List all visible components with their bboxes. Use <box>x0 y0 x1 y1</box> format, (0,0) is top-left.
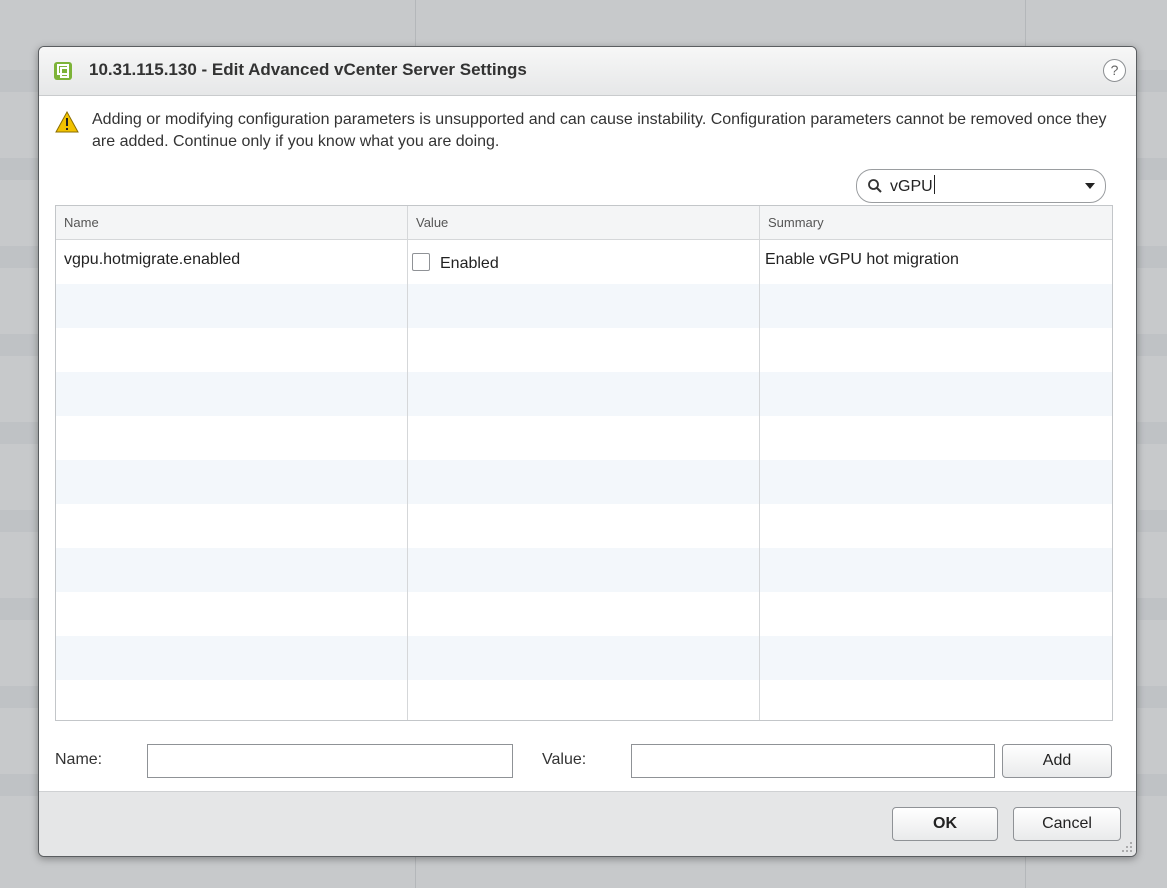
value-label: Value: <box>542 751 587 768</box>
value-cell: Enabled <box>412 253 499 273</box>
table-row-empty <box>56 328 1112 372</box>
column-divider <box>759 206 760 720</box>
table-row-empty <box>56 592 1112 636</box>
warning-icon <box>55 111 79 133</box>
value-field[interactable] <box>631 744 995 778</box>
column-divider <box>407 206 408 720</box>
table-row-empty <box>56 636 1112 680</box>
table-row-empty <box>56 504 1112 548</box>
warning-text: Adding or modifying configuration parame… <box>92 111 1107 150</box>
setting-name: vgpu.hotmigrate.enabled <box>64 251 241 268</box>
search-input[interactable]: vGPU <box>856 169 1106 203</box>
search-icon <box>868 179 882 193</box>
dialog-titlebar: 10.31.115.130 - Edit Advanced vCenter Se… <box>39 47 1136 96</box>
table-row-empty <box>56 416 1112 460</box>
dialog-title: 10.31.115.130 - Edit Advanced vCenter Se… <box>89 60 527 79</box>
cancel-button[interactable]: Cancel <box>1013 807 1121 841</box>
table-row-empty <box>56 372 1112 416</box>
enabled-checkbox[interactable] <box>412 253 430 271</box>
dialog-footer: OK Cancel <box>39 791 1136 856</box>
name-label: Name: <box>55 751 103 768</box>
table-row-empty <box>56 680 1112 720</box>
table-row[interactable]: vgpu.hotmigrate.enabled Enabled Enable v… <box>56 240 1112 284</box>
vcenter-icon <box>54 62 72 80</box>
table-header: Name Value Summary <box>56 206 1112 240</box>
enabled-label: Enabled <box>440 255 499 272</box>
table-row-empty <box>56 284 1112 328</box>
column-header-name[interactable]: Name <box>56 206 99 239</box>
column-header-summary[interactable]: Summary <box>760 206 824 239</box>
add-button[interactable]: Add <box>1002 744 1112 778</box>
resize-grip-icon[interactable] <box>1121 841 1133 853</box>
help-icon[interactable]: ? <box>1103 59 1126 82</box>
settings-table: Name Value Summary vgpu.hotmigrate.enabl… <box>55 205 1113 721</box>
setting-summary: Enable vGPU hot migration <box>765 251 959 268</box>
name-field[interactable] <box>147 744 513 778</box>
ok-button[interactable]: OK <box>892 807 998 841</box>
edit-advanced-settings-dialog: 10.31.115.130 - Edit Advanced vCenter Se… <box>38 46 1137 857</box>
search-text[interactable]: vGPU <box>890 175 935 196</box>
table-row-empty <box>56 548 1112 592</box>
chevron-down-icon[interactable] <box>1085 183 1095 189</box>
table-row-empty <box>56 460 1112 504</box>
column-header-value[interactable]: Value <box>408 206 448 239</box>
